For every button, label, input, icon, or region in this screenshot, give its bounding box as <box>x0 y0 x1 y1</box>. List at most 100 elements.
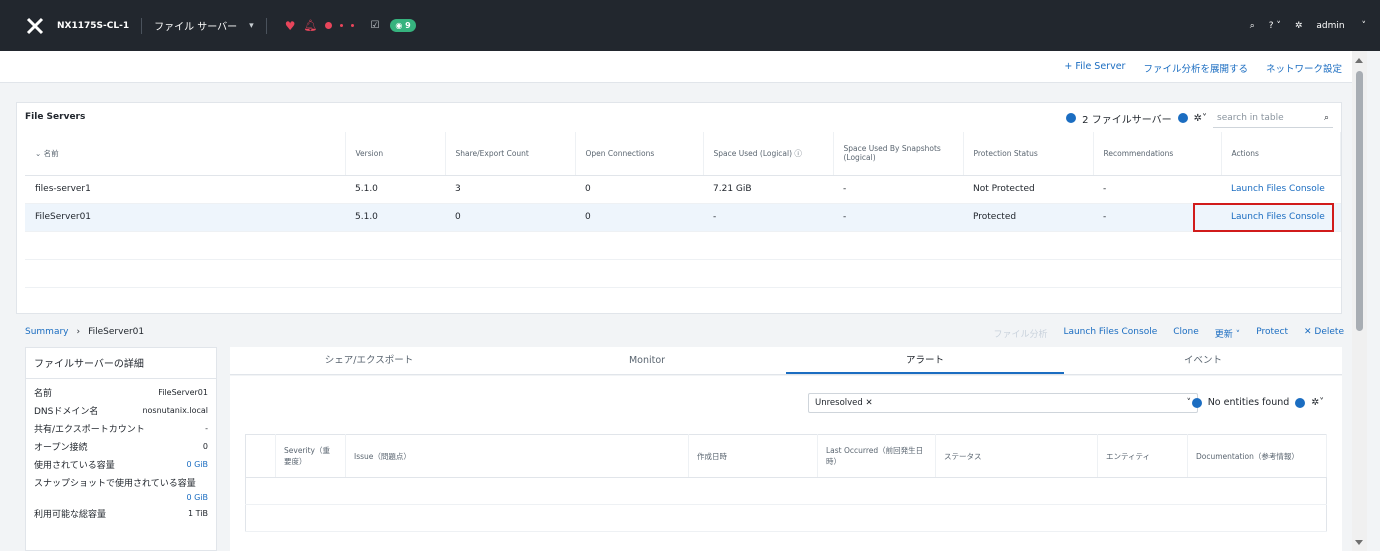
tab-events[interactable]: イベント <box>1064 347 1342 374</box>
col-documentation[interactable]: Documentation（参考情報） <box>1187 434 1327 478</box>
update-dropdown[interactable]: 更新 ˅ <box>1215 327 1240 340</box>
close-icon[interactable]: ✕ <box>866 398 873 408</box>
col-version[interactable]: Version <box>345 132 446 176</box>
cluster-name[interactable]: NX1175S-CL-1 <box>57 21 129 31</box>
cell-snapshot: - <box>833 203 963 232</box>
col-recommendations[interactable]: Recommendations <box>1093 132 1222 176</box>
table-tools: 2 ファイルサーバー ✲˅ search in table ⌕ <box>1066 108 1333 128</box>
file-servers-table: ⌄ 名前 Version Share/Export Count Open Con… <box>25 132 1341 315</box>
cell-name: FileServer01 <box>25 203 345 232</box>
scrollbar-thumb[interactable] <box>1356 71 1363 331</box>
col-last-occurred[interactable]: Last Occurred（前回発生日時） <box>817 434 936 478</box>
gear-icon[interactable]: ✲ <box>1295 21 1303 31</box>
cell-protection: Not Protected <box>963 175 1093 204</box>
detail-value[interactable]: 0 GiB <box>186 460 208 469</box>
empty-row <box>25 259 1341 288</box>
detail-row: 共有/エクスポートカウント - <box>26 419 216 437</box>
tab-shares-exports[interactable]: シェア/エクスポート <box>230 347 508 374</box>
col-snapshot-space[interactable]: Space Used By Snapshots (Logical) <box>833 132 964 176</box>
file-server-details-card: ファイルサーバーの詳細 名前 FileServer01 DNSドメイン名 nosnu… <box>25 347 217 551</box>
update-label: 更新 <box>1214 330 1233 340</box>
add-file-server-link[interactable]: + File Server <box>1064 61 1125 75</box>
task-count: 9 <box>405 21 411 30</box>
cell-protection: Protected <box>963 203 1093 232</box>
launch-files-console-link[interactable]: Launch Files Console <box>1221 175 1341 204</box>
table-row[interactable]: FileServer01 5.1.0 0 0 - - Protected - L… <box>25 203 1341 232</box>
settings-gear-icon[interactable]: ✲˅ <box>1194 113 1207 124</box>
table-row[interactable]: files-server1 5.1.0 3 0 7.21 GiB - Not P… <box>25 175 1341 204</box>
critical-dot-icon[interactable] <box>325 22 333 29</box>
col-name[interactable]: ⌄ 名前 <box>25 132 346 176</box>
file-analytics-action: ファイル分析 <box>993 330 1048 340</box>
col-label: Space Used (Logical) <box>713 148 793 158</box>
main-menu-dropdown[interactable]: ファイル サーバー <box>154 18 237 33</box>
search-placeholder: search in table <box>1217 112 1284 123</box>
launch-files-console-action[interactable]: Launch Files Console <box>1063 327 1157 340</box>
nutanix-logo-icon[interactable] <box>25 16 45 36</box>
divider <box>141 17 143 34</box>
breadcrumb-summary[interactable]: Summary <box>25 327 69 337</box>
col-severity[interactable]: Severity（重要度） <box>275 434 346 478</box>
detail-row: 使用されている容量 0 GiB <box>26 455 216 473</box>
page-scrollbar[interactable] <box>1352 51 1367 551</box>
table-header-row: ⌄ 名前 Version Share/Export Count Open Con… <box>25 132 1341 176</box>
search-icon[interactable]: ⌕ <box>1250 21 1255 31</box>
col-issue[interactable]: Issue（問題点） <box>345 434 689 478</box>
server-count: 2 ファイルサーバー <box>1082 114 1172 126</box>
tab-alerts[interactable]: アラート <box>786 347 1064 374</box>
detail-label: 使用されている容量 <box>34 460 115 471</box>
col-label: 名前 <box>43 148 59 158</box>
chevron-down-icon[interactable]: ˅ <box>1187 398 1192 408</box>
col-open-connections[interactable]: Open Connections <box>575 132 704 176</box>
delete-label: Delete <box>1314 327 1344 337</box>
prev-page-icon[interactable] <box>1191 397 1202 408</box>
col-status[interactable]: ステータス <box>935 434 1098 478</box>
col-created[interactable]: 作成日時 <box>688 434 818 478</box>
network-settings-link[interactable]: ネットワーク設定 <box>1266 61 1342 75</box>
filter-chip[interactable]: Unresolved ✕ <box>815 398 873 408</box>
prev-page-icon[interactable] <box>1066 113 1077 123</box>
clone-action[interactable]: Clone <box>1173 327 1199 340</box>
delete-action[interactable]: ✕ Delete <box>1304 327 1344 340</box>
top-navigation-bar: NX1175S-CL-1 ファイル サーバー ▾ ♥ 🔔︎ ☑ ◉ 9 ⌕ ? … <box>0 0 1380 51</box>
col-protection[interactable]: Protection Status <box>963 132 1094 176</box>
empty-row <box>25 231 1341 260</box>
filter-chip-label: Unresolved <box>815 398 863 408</box>
empty-row <box>245 504 1327 532</box>
help-icon[interactable]: ? ˅ <box>1269 21 1281 31</box>
scroll-up-icon[interactable] <box>1355 58 1363 63</box>
cell-space: - <box>703 203 833 232</box>
health-heart-icon[interactable]: ♥ <box>285 19 296 33</box>
alert-bell-icon[interactable]: 🔔︎ <box>303 19 317 32</box>
detail-row: 0 GiB <box>26 491 216 504</box>
detail-label: 名前 <box>34 388 53 399</box>
tasks-icon[interactable]: ☑ <box>370 20 379 31</box>
task-count-badge[interactable]: ◉ 9 <box>390 19 416 32</box>
alert-filter-input[interactable]: Unresolved ✕ ˅ <box>808 393 1198 413</box>
settings-gear-icon[interactable]: ✲˅ <box>1311 397 1324 408</box>
chevron-down-icon[interactable]: ▾ <box>249 21 254 31</box>
protect-action[interactable]: Protect <box>1256 327 1288 340</box>
col-entity[interactable]: エンティティ <box>1097 434 1188 478</box>
detail-value[interactable]: 0 GiB <box>186 493 208 502</box>
col-select[interactable] <box>245 434 276 478</box>
detail-row: 名前 FileServer01 <box>26 383 216 401</box>
cell-shares: 0 <box>445 203 575 232</box>
col-share-count[interactable]: Share/Export Count <box>445 132 576 176</box>
tab-monitor[interactable]: Monitor <box>508 347 786 374</box>
table-search-input[interactable]: search in table ⌕ <box>1213 108 1333 128</box>
detail-value: FileServer01 <box>158 387 208 397</box>
user-menu[interactable]: admin ˅ <box>1316 21 1366 31</box>
nav-right-tools: ⌕ ? ˅ ✲ admin ˅ <box>1250 0 1380 51</box>
breadcrumb: Summary › FileServer01 <box>25 327 144 337</box>
details-title: ファイルサーバーの詳細 <box>26 348 216 379</box>
next-page-icon[interactable] <box>1295 397 1306 408</box>
detail-value: 0 <box>202 441 208 451</box>
col-space-used[interactable]: Space Used (Logical) ⓘ <box>703 132 834 176</box>
summary-bar: Summary › FileServer01 ファイル分析 Launch Fil… <box>0 323 1352 343</box>
search-icon[interactable]: ⌕ <box>1324 113 1329 123</box>
next-page-icon[interactable] <box>1177 113 1188 123</box>
cell-connections: 0 <box>575 203 703 232</box>
scroll-down-icon[interactable] <box>1355 540 1363 545</box>
deploy-analytics-link[interactable]: ファイル分析を展開する <box>1143 61 1248 75</box>
